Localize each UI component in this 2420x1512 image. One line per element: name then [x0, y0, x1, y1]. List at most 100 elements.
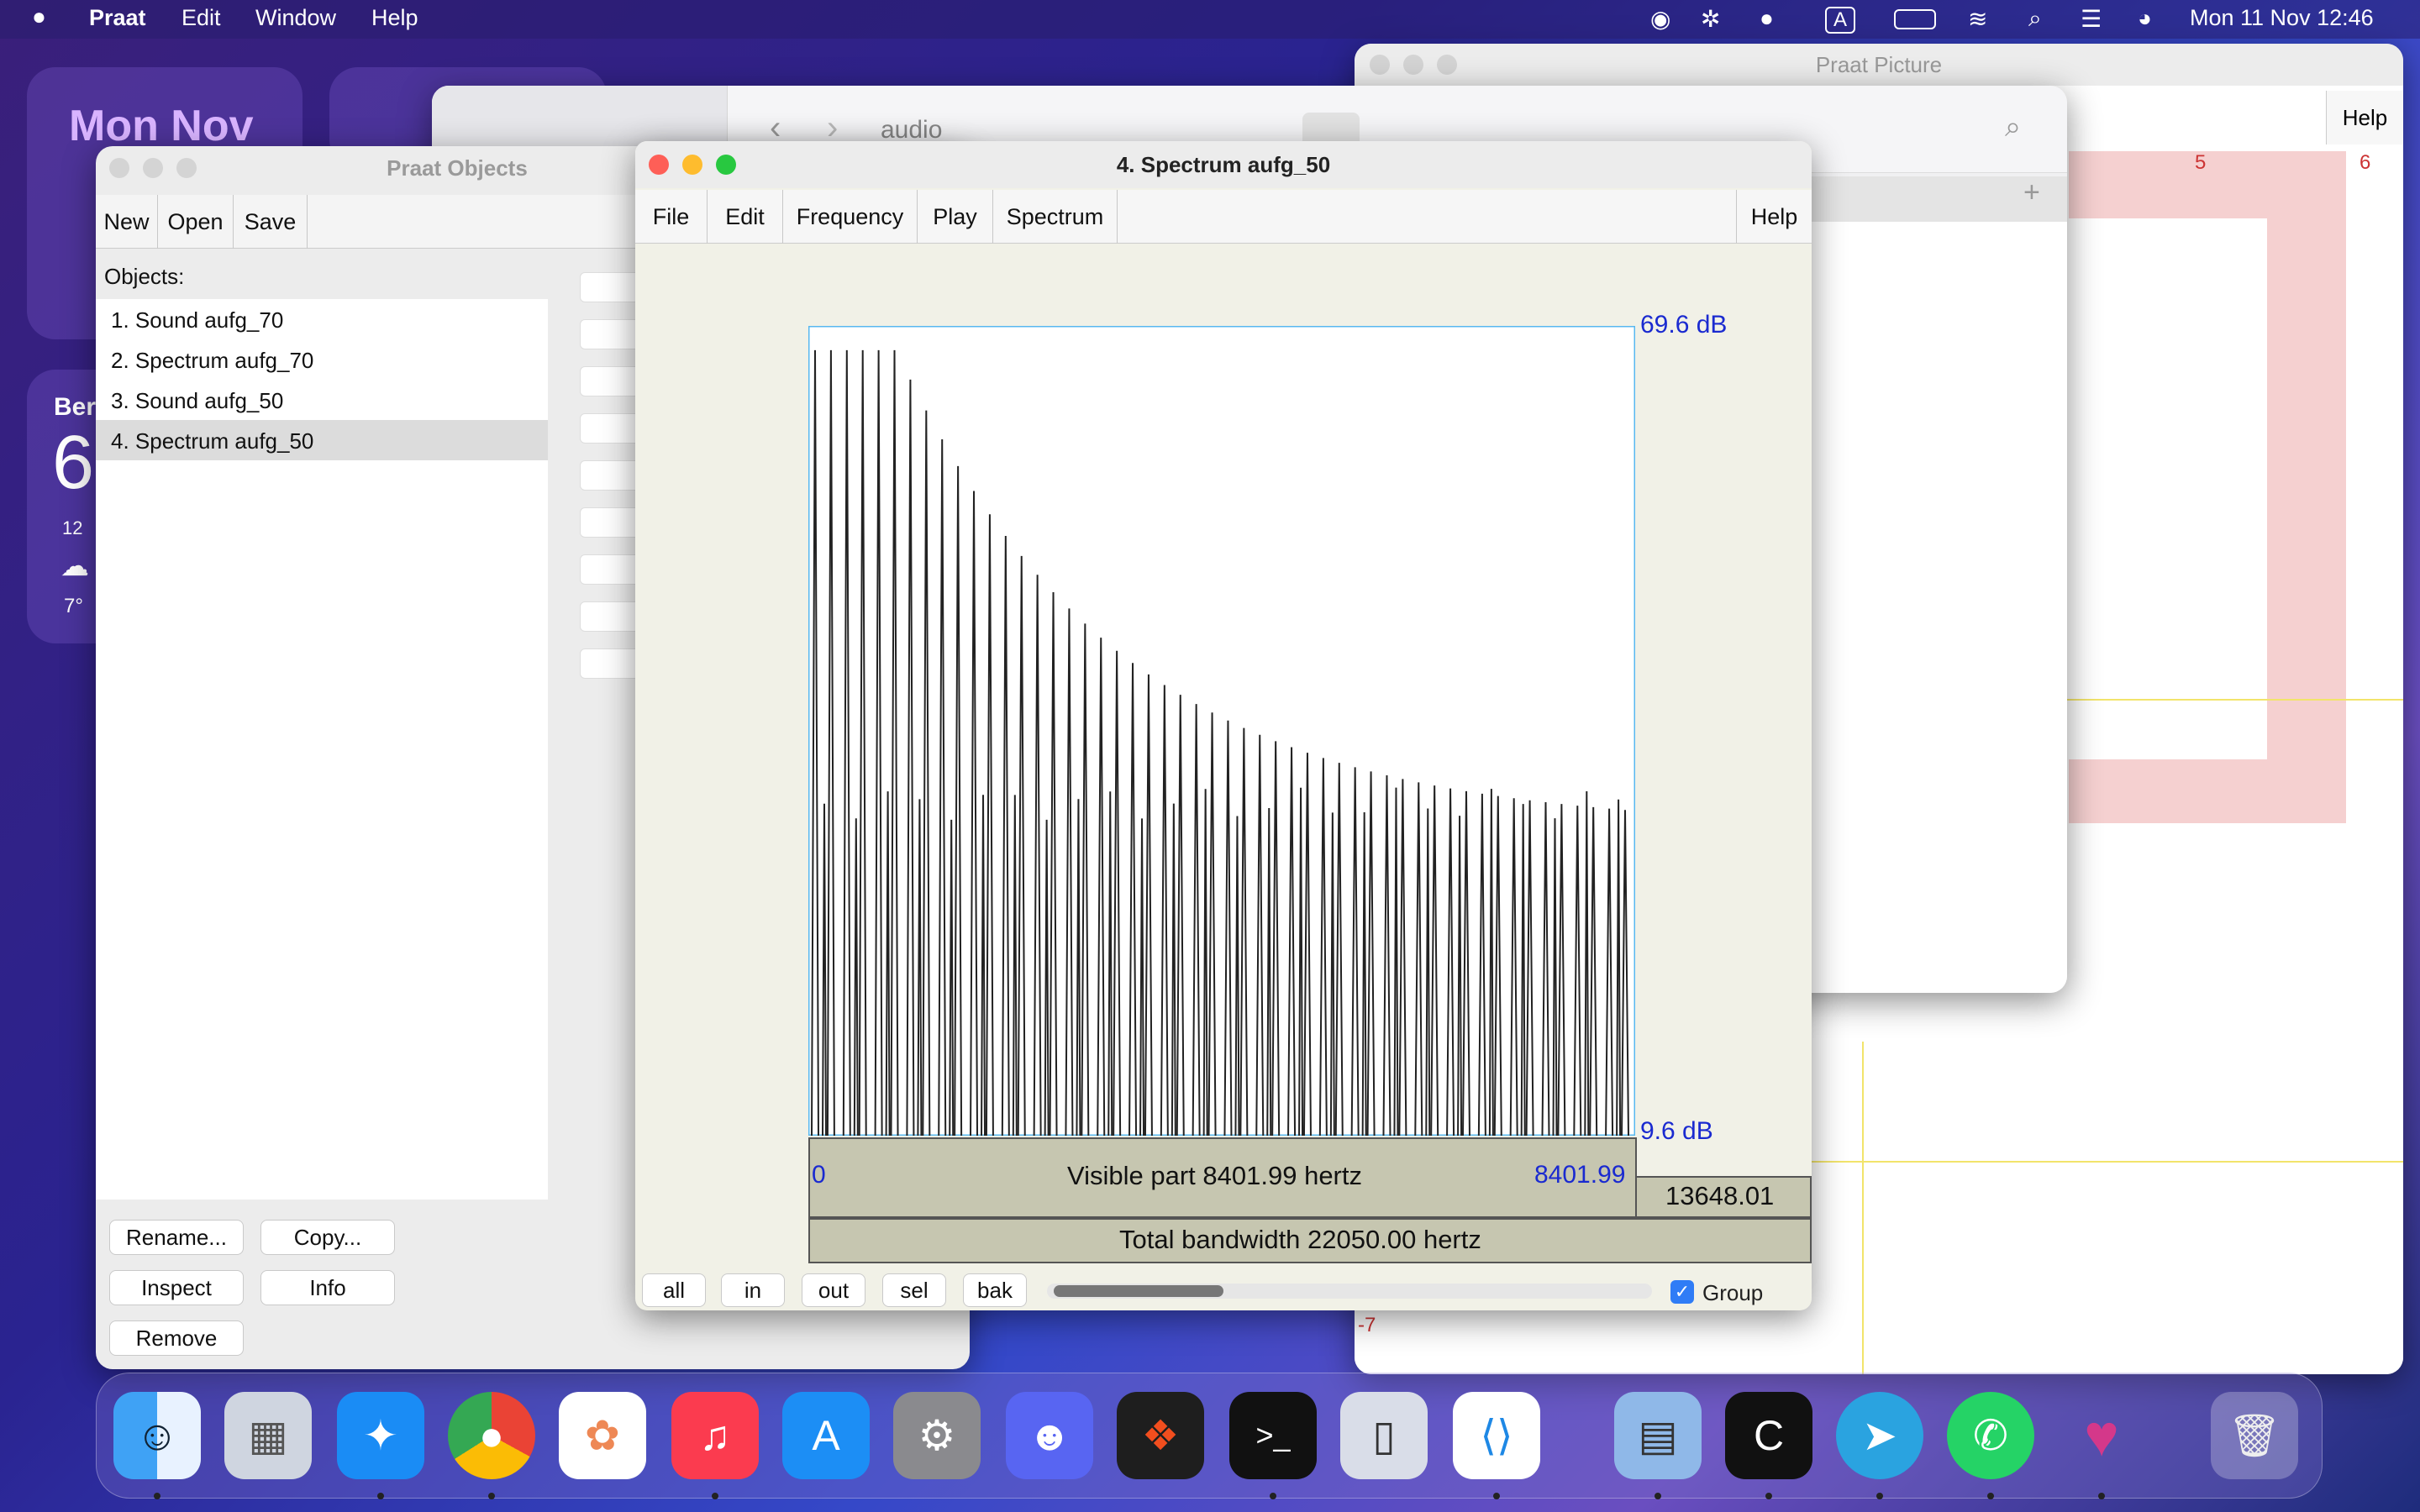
whatsapp-icon[interactable]: ✆ — [1947, 1392, 2034, 1479]
zoom-button[interactable] — [1437, 55, 1457, 75]
menu-window[interactable]: Window — [255, 5, 336, 31]
zoom-button[interactable] — [176, 158, 197, 178]
list-item[interactable]: 1. Sound aufg_70 — [111, 307, 283, 333]
inspect-button[interactable]: Inspect — [109, 1270, 244, 1305]
app-store-icon[interactable]: A — [782, 1392, 870, 1479]
list-item[interactable]: 3. Sound aufg_50 — [111, 388, 283, 414]
group-label: Group — [1702, 1280, 1764, 1305]
preview-icon[interactable]: ▤ — [1614, 1392, 1702, 1479]
close-button[interactable] — [109, 158, 129, 178]
weather-low: 7° — [64, 595, 83, 617]
edit-menu[interactable]: Edit — [708, 190, 783, 244]
wifi-icon[interactable]: ≋ — [1968, 5, 1987, 33]
open-menu[interactable]: Open — [158, 195, 234, 249]
terminal-icon[interactable]: >_ — [1229, 1392, 1317, 1479]
photos-icon[interactable]: ✿ — [559, 1392, 646, 1479]
running-dot — [1876, 1493, 1883, 1499]
objects-list[interactable]: 1. Sound aufg_70 2. Spectrum aufg_70 3. … — [96, 299, 548, 1200]
minimize-button[interactable] — [682, 155, 702, 175]
zoom-in-button[interactable]: in — [721, 1273, 785, 1307]
file-menu[interactable]: File — [635, 190, 708, 244]
menu-edit[interactable]: Edit — [182, 5, 221, 31]
x-right-label: 8401.99 — [1534, 1161, 1626, 1189]
minimize-button[interactable] — [1403, 55, 1423, 75]
search-icon[interactable]: ⌕ — [2005, 111, 2021, 144]
chrome-icon[interactable]: ● — [448, 1392, 535, 1479]
spectrum-title: 4. Spectrum aufg_50 — [1116, 152, 1331, 177]
running-dot — [1987, 1493, 1994, 1499]
spectrum-titlebar: 4. Spectrum aufg_50 — [635, 141, 1812, 188]
zoom-back-button[interactable]: bak — [963, 1273, 1027, 1307]
zoom-sel-button[interactable]: sel — [882, 1273, 946, 1307]
siri-icon[interactable]: ◕ — [2138, 5, 2152, 32]
play-menu[interactable]: Play — [918, 190, 993, 244]
spectrum-window[interactable]: 4. Spectrum aufg_50 File Edit Frequency … — [635, 141, 1812, 1310]
dock: ☺ ▦ ✦ ● ✿ ♫ A ⚙ ☻ ❖ >_ ▯ ⟨⟩ ▤ C ➤ ✆ ♥ 🗑 — [96, 1373, 2323, 1499]
search-icon[interactable]: ⌕ — [2028, 5, 2042, 33]
scrollbar-thumb[interactable] — [1054, 1285, 1223, 1297]
finder-icon[interactable]: ☺ — [113, 1392, 201, 1479]
rename-button[interactable]: Rename... — [109, 1220, 244, 1255]
lips-icon[interactable]: ♥ — [2058, 1392, 2145, 1479]
zoom-out-button[interactable]: out — [802, 1273, 865, 1307]
copy-button[interactable]: Copy... — [260, 1220, 395, 1255]
spectrum-plot[interactable] — [808, 326, 1635, 1136]
list-item[interactable]: 4. Spectrum aufg_50 — [111, 428, 313, 454]
running-dot — [712, 1493, 718, 1499]
zoom-button[interactable] — [716, 155, 736, 175]
weather-hour: 12 — [62, 517, 83, 538]
vscode-icon[interactable]: ⟨⟩ — [1453, 1392, 1540, 1479]
cursor-icon[interactable]: C — [1725, 1392, 1812, 1479]
close-button[interactable] — [649, 155, 669, 175]
battery-icon[interactable] — [1894, 9, 1936, 29]
group-checkbox[interactable]: ✓ — [1670, 1280, 1694, 1304]
white-inner — [2069, 218, 2267, 759]
app-name[interactable]: Praat — [89, 5, 146, 31]
settings-icon[interactable]: ⚙ — [893, 1392, 981, 1479]
clock[interactable]: Mon 11 Nov 12:46 — [2190, 5, 2374, 31]
iphone-mirroring-icon[interactable]: ▯ — [1340, 1392, 1428, 1479]
running-dot — [154, 1493, 160, 1499]
menu-help[interactable]: Help — [371, 5, 418, 31]
cloud-icon: ☁ — [60, 550, 89, 582]
objects-title: Praat Objects — [387, 155, 528, 181]
trash-icon[interactable]: 🗑 — [2211, 1392, 2298, 1479]
info-button[interactable]: Info — [260, 1270, 395, 1305]
zoom-all-button[interactable]: all — [642, 1273, 706, 1307]
neg7-label: -7 — [1358, 1314, 1376, 1336]
apple-icon[interactable]: ● — [32, 3, 46, 30]
x-left-label: 0 — [812, 1161, 826, 1189]
safari-icon[interactable]: ✦ — [337, 1392, 424, 1479]
new-menu[interactable]: New — [96, 195, 158, 249]
input-source-icon[interactable]: A — [1825, 7, 1856, 34]
menu-bar: ● Praat Edit Window Help ◉ ✲ ● A ≋ ⌕ ☰ ◕… — [0, 0, 2420, 39]
launchpad-icon[interactable]: ▦ — [224, 1392, 312, 1479]
save-menu[interactable]: Save — [234, 195, 308, 249]
db-bottom-label: 9.6 dB — [1640, 1117, 1713, 1145]
finder-title: audio — [881, 116, 943, 144]
music-icon[interactable]: ♫ — [671, 1392, 759, 1479]
picture-help-button[interactable]: Help — [2326, 91, 2403, 144]
db-top-label: 69.6 dB — [1640, 311, 1728, 339]
picture-titlebar: Praat Picture — [1355, 44, 2403, 86]
close-button[interactable] — [1370, 55, 1390, 75]
user-icon[interactable]: ● — [1760, 5, 1774, 32]
spectrum-menu[interactable]: Spectrum — [993, 190, 1118, 244]
record-icon[interactable]: ◉ — [1650, 5, 1670, 33]
help-menu[interactable]: Help — [1736, 190, 1812, 244]
control-center-icon[interactable]: ☰ — [2081, 5, 2102, 33]
weather-city: Ber — [54, 393, 97, 421]
remove-button[interactable]: Remove — [109, 1320, 244, 1356]
list-item[interactable]: 2. Spectrum aufg_70 — [111, 348, 313, 374]
telegram-icon[interactable]: ➤ — [1836, 1392, 1923, 1479]
frequency-menu[interactable]: Frequency — [783, 190, 918, 244]
discord-icon[interactable]: ☻ — [1006, 1392, 1093, 1479]
visible-part-label: Visible part 8401.99 hertz — [1067, 1161, 1362, 1190]
minimize-button[interactable] — [143, 158, 163, 178]
horizontal-scrollbar[interactable] — [1047, 1284, 1652, 1299]
remaining-label: 13648.01 — [1665, 1181, 1775, 1210]
figma-icon[interactable]: ❖ — [1117, 1392, 1204, 1479]
ruler-5: 5 — [2195, 151, 2207, 174]
add-tab-icon[interactable]: + — [2023, 176, 2040, 209]
gear-icon[interactable]: ✲ — [1701, 5, 1720, 33]
